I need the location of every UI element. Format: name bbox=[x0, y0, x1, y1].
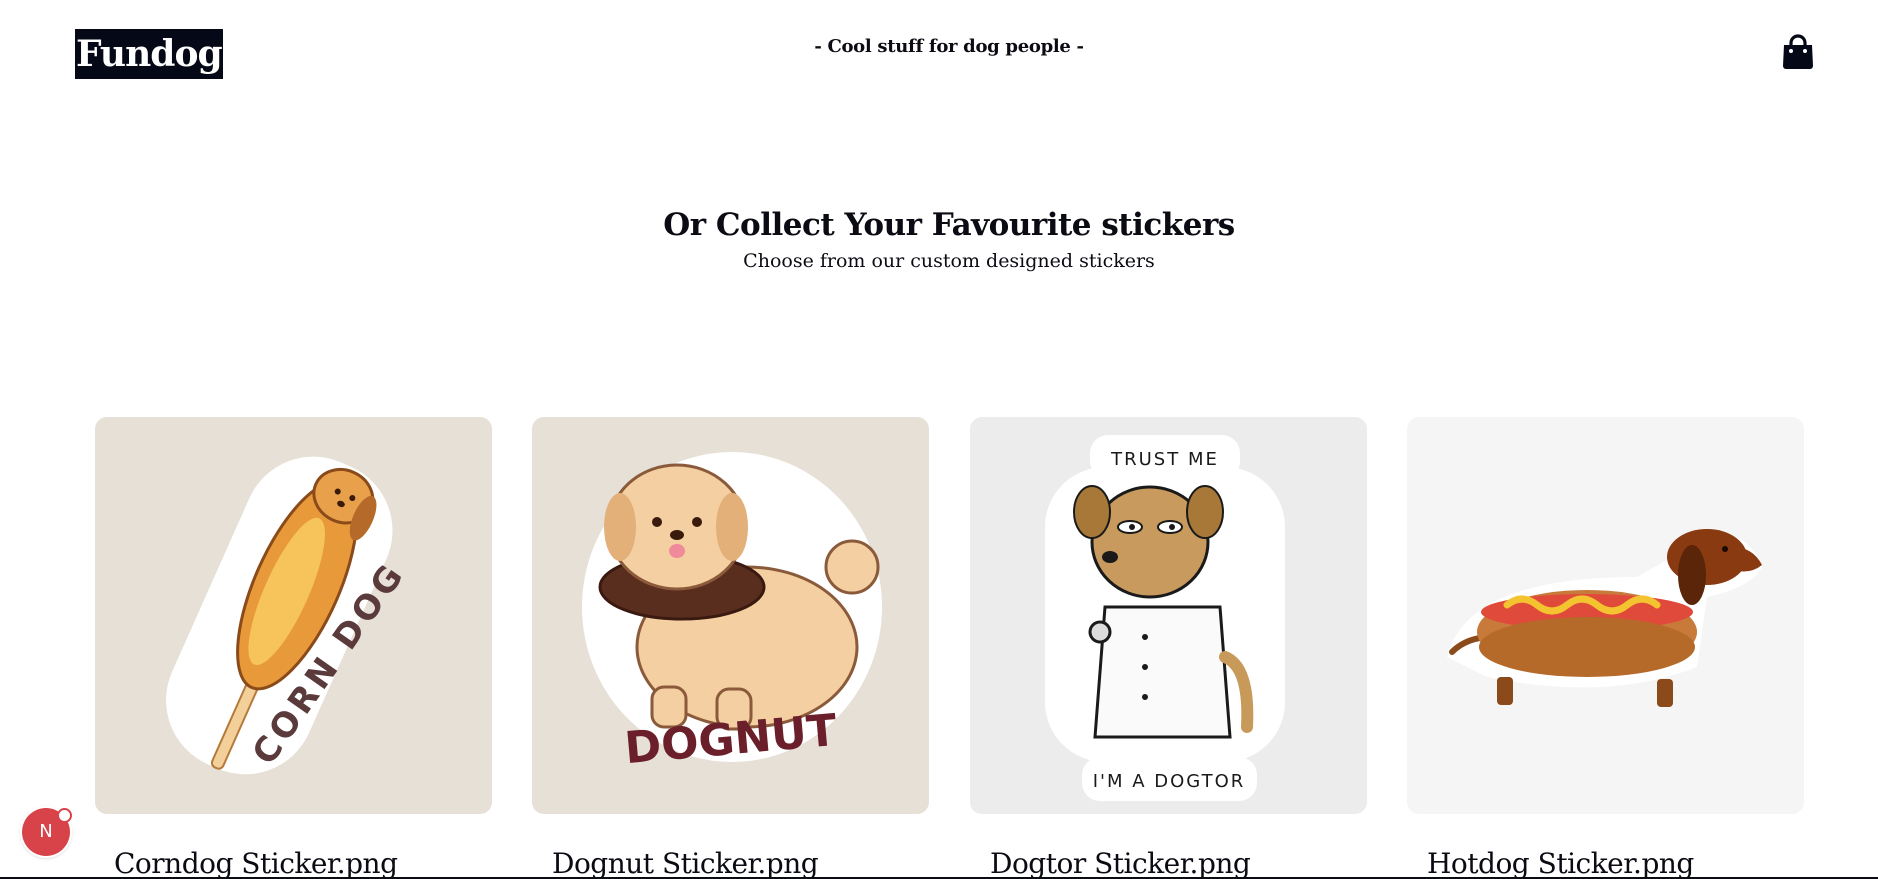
product-card-hotdog[interactable] bbox=[1407, 417, 1804, 814]
product-card-dognut[interactable]: DOGNUT bbox=[532, 417, 929, 814]
tagline: - Cool stuff for dog people - bbox=[814, 36, 1084, 57]
notification-dot-icon bbox=[57, 808, 72, 823]
section-title: Or Collect Your Favourite stickers bbox=[663, 207, 1235, 243]
product-name-dogtor[interactable]: Dogtor Sticker.png bbox=[990, 846, 1251, 879]
dognut-sticker-image: DOGNUT bbox=[532, 417, 929, 814]
section-subtitle: Choose from our custom designed stickers bbox=[743, 250, 1155, 272]
shopping-bag-icon bbox=[1783, 34, 1813, 69]
product-card-dogtor[interactable]: TRUST ME I'M A DOGTOR bbox=[970, 417, 1367, 814]
dev-badge-label: N bbox=[39, 821, 53, 842]
hotdog-sticker-image bbox=[1407, 417, 1804, 814]
dogtor-image-text-top: TRUST ME bbox=[1110, 449, 1219, 470]
product-name-dognut[interactable]: Dognut Sticker.png bbox=[552, 846, 819, 879]
product-name-hotdog[interactable]: Hotdog Sticker.png bbox=[1427, 846, 1694, 879]
corndog-sticker-image: CORN DOG bbox=[95, 417, 492, 814]
cart-button[interactable] bbox=[1780, 33, 1816, 71]
dev-tools-badge[interactable]: N bbox=[22, 808, 72, 856]
product-card-corndog[interactable]: CORN DOG bbox=[95, 417, 492, 814]
dogtor-sticker-image: TRUST ME I'M A DOGTOR bbox=[970, 417, 1367, 814]
product-name-corndog[interactable]: Corndog Sticker.png bbox=[114, 846, 398, 879]
dogtor-image-text-bottom: I'M A DOGTOR bbox=[1093, 771, 1246, 792]
page: Fundog - Cool stuff for dog people - Or … bbox=[0, 0, 1878, 879]
